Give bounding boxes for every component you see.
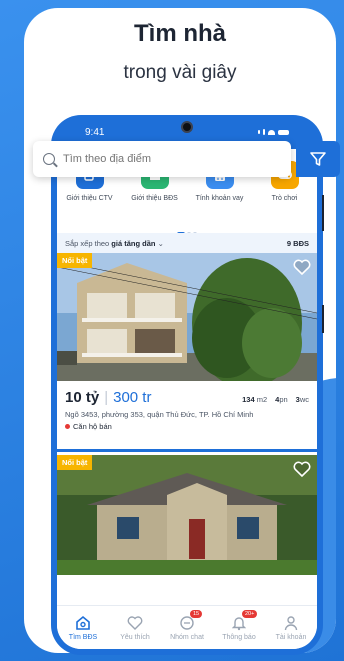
battery-icon [278,129,289,135]
tab-label: Nhóm chat [170,634,204,641]
phone-mockup: 9:41 Giới thiệu CTV Giới thiệu BĐS Tính … [51,115,323,655]
status-icons [258,129,289,135]
chat-icon [162,614,212,632]
filter-icon [310,152,326,166]
sort-prefix: Sắp xếp theo [65,238,110,248]
headline-subtitle: trong vài giây [123,62,237,83]
tab-label: Tài khoản [275,634,307,641]
listing-area: 134 m2 [242,395,267,404]
bedrooms-unit: pn [279,395,288,404]
favorite-heart-icon[interactable] [293,461,311,482]
favorite-heart-icon[interactable] [293,259,311,280]
chevron-down-icon: ⌄ [157,238,164,248]
listing-divider [57,449,317,452]
result-count: 9 BĐS [286,238,309,248]
notification-badge: 20+ [242,610,258,618]
signal-icon [263,129,265,135]
bathrooms-unit: wc [299,395,309,404]
price-total: 10 tỷ [65,389,100,406]
area-value: 134 [242,395,255,404]
sort-bar[interactable]: Sắp xếp theo giá tăng dần ⌄ 9 BĐS [57,233,317,253]
house-photo [57,455,317,575]
listing-address: Ngõ 3453, phường 353, quận Thủ Đức, TP. … [65,410,254,419]
search-bar[interactable] [33,141,291,177]
signal-icon [258,130,260,134]
tab-label: Tìm BĐS [68,634,98,641]
tab-favorites[interactable]: Yêu thích [110,614,160,641]
tab-label: Thông báo [222,634,256,641]
quick-action-label: Tính khoản vay [195,195,244,202]
sort-value: giá tăng dần [111,238,156,248]
listing-photo[interactable]: Nổi bật [57,253,317,381]
search-input[interactable] [63,153,263,165]
tab-label: Yêu thích [120,634,150,641]
notification-badge: 15 [190,610,203,618]
price-per-m2: 300 tr [113,389,152,406]
heart-icon [110,614,160,632]
phone-side-button [322,195,324,231]
listing-price-row: 10 tỷ | 300 tr 134 m2 4pn 3wc [65,389,309,406]
bottom-tab-bar: Tìm BĐS Yêu thích 15 Nhóm chat 20+ Thông… [57,605,317,649]
listing-photo[interactable]: Nổi bật [57,455,317,575]
headline-title: Tìm nhà [133,20,226,47]
tab-search[interactable]: Tìm BĐS [58,614,108,641]
area-unit: m2 [256,395,268,404]
house-photo [57,253,317,381]
user-icon [266,614,316,632]
bell-icon [214,614,264,632]
status-dot-icon [65,424,70,429]
listing-bedrooms: 4pn [275,395,288,404]
listing-bathrooms: 3wc [296,395,309,404]
app-screen: Giới thiệu CTV Giới thiệu BĐS Tính khoản… [57,149,317,649]
wifi-icon [268,129,275,135]
camera-icon [181,121,193,133]
price-separator: | [104,389,109,406]
tab-notifications[interactable]: 20+ Thông báo [214,610,264,641]
quick-action-label: Giới thiệu CTV [66,195,113,202]
quick-action-label: Trò chơi [271,195,298,202]
quick-action-label: Giới thiệu BĐS [131,195,178,202]
tab-group-chat[interactable]: 15 Nhóm chat [162,610,212,641]
listing-type: Căn hộ bán [65,422,309,431]
sort-control[interactable]: Sắp xếp theo giá tăng dần ⌄ [65,239,164,248]
home-search-icon [58,614,108,632]
search-icon [43,153,55,165]
status-time: 9:41 [85,126,105,138]
listing-specs: 134 m2 4pn 3wc [242,395,309,404]
phone-side-button [322,305,324,333]
filter-button[interactable] [296,141,340,177]
featured-badge: Nổi bật [57,253,93,268]
listing-card[interactable]: Nổi bật 10 tỷ | 300 tr 134 m2 4pn 3wc Ng… [57,253,317,431]
listing-type-label: Căn hộ bán [73,422,112,431]
featured-badge: Nổi bật [57,455,93,470]
tab-account[interactable]: Tài khoản [266,614,316,641]
listing-card[interactable]: Nổi bật [57,455,317,575]
